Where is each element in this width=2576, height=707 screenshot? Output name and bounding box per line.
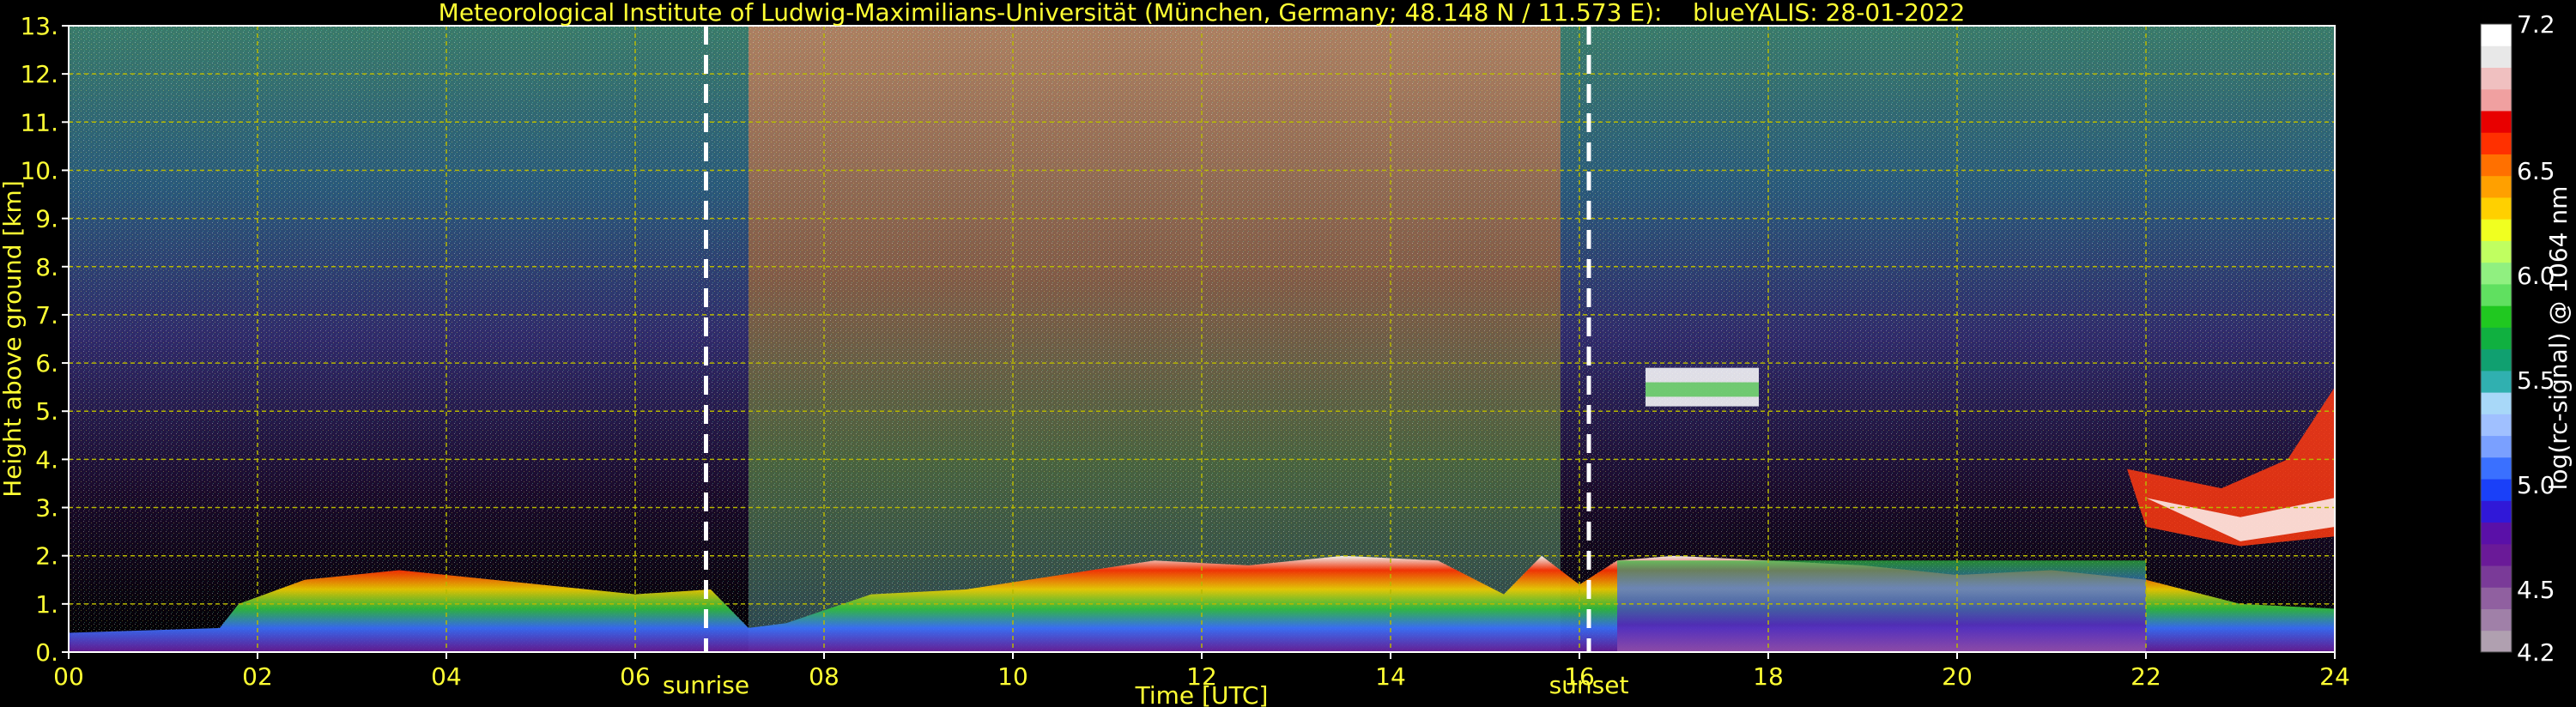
colorbar-tick-label: 4.2 xyxy=(2517,638,2555,667)
colorbar-segment xyxy=(2481,154,2512,177)
x-tick-label: 14 xyxy=(1375,662,1406,691)
marker-label: sunset xyxy=(1549,671,1629,699)
y-tick-label: 11. xyxy=(20,108,58,136)
x-tick-label: 24 xyxy=(2319,662,2350,691)
x-axis-label: Time [UTC] xyxy=(1135,681,1269,707)
lidar-quicklook: 00 02 04 06 08 10 12 14 16 18 20 22 24 0. 1. 2. 3. 4. 5. 6.… xyxy=(0,0,2576,707)
colorbar-segment xyxy=(2481,435,2512,458)
colorbar-segment xyxy=(2481,456,2512,480)
y-tick-label: 6. xyxy=(35,349,58,378)
y-tick-label: 2. xyxy=(35,542,58,571)
y-tick-label: 3. xyxy=(35,494,58,523)
colorbar-segment xyxy=(2481,67,2512,90)
y-tick-label: 1. xyxy=(35,590,58,619)
colorbar-tick-label: 4.5 xyxy=(2517,576,2555,604)
y-tick-label: 4. xyxy=(35,445,58,474)
colorbar-segment xyxy=(2481,479,2512,501)
y-tick-label: 12. xyxy=(20,60,58,88)
colorbar-segment xyxy=(2481,500,2512,523)
colorbar-segment xyxy=(2481,45,2512,68)
colorbar-segment xyxy=(2481,196,2512,220)
x-tick-label: 06 xyxy=(620,662,651,691)
colorbar-segment xyxy=(2481,219,2512,241)
y-tick-label: 9. xyxy=(35,205,58,233)
x-tick-label: 08 xyxy=(809,662,839,691)
colorbar-segment xyxy=(2481,414,2512,437)
colorbar-segment xyxy=(2481,240,2512,263)
colorbar-tick-label: 6.5 xyxy=(2517,157,2555,185)
colorbar-segment xyxy=(2481,522,2512,545)
colorbar-segment xyxy=(2481,327,2512,350)
x-tick-label: 22 xyxy=(2131,662,2161,691)
colorbar-segment xyxy=(2481,132,2512,154)
colorbar-segment xyxy=(2481,630,2512,653)
colorbar-segment xyxy=(2481,565,2512,588)
colorbar-segment xyxy=(2481,175,2512,198)
colorbar-segment xyxy=(2481,110,2512,133)
y-tick-label: 5. xyxy=(35,397,58,426)
colorbar-label: log(rc-signal) @ 1064 nm xyxy=(2544,186,2573,491)
marker-label: sunrise xyxy=(663,671,749,699)
colorbar-segment xyxy=(2481,543,2512,566)
colorbar-segment xyxy=(2481,392,2512,414)
x-tick-label: 10 xyxy=(997,662,1028,691)
y-axis-label: Height above ground [km] xyxy=(0,180,27,498)
chart-svg: 00 02 04 06 08 10 12 14 16 18 20 22 240.1.2.3.4.5.6.… xyxy=(0,10,2573,707)
y-tick-label: 0. xyxy=(35,638,58,667)
x-tick-label: 02 xyxy=(242,662,273,691)
x-tick-label: 20 xyxy=(1942,662,1973,691)
colorbar-segment xyxy=(2481,587,2512,610)
colorbar-segment xyxy=(2481,24,2512,46)
colorbar-segment xyxy=(2481,348,2512,372)
chart-title: Meteorological Institute of Ludwig-Maxim… xyxy=(438,0,1966,27)
colorbar-segment xyxy=(2481,88,2512,112)
colorbar-segment xyxy=(2481,262,2512,285)
cloud-layer-edge xyxy=(1646,382,1759,397)
colorbar-tick-label: 7.2 xyxy=(2517,10,2555,39)
y-tick-label: 7. xyxy=(35,301,58,329)
y-tick-label: 8. xyxy=(35,253,58,281)
x-tick-label: 18 xyxy=(1753,662,1784,691)
colorbar-segment xyxy=(2481,370,2512,393)
evening-layer xyxy=(1617,560,2146,652)
x-tick-label: 04 xyxy=(431,662,462,691)
colorbar-segment xyxy=(2481,305,2512,328)
colorbar-segment xyxy=(2481,283,2512,306)
colorbar-segment xyxy=(2481,608,2512,631)
